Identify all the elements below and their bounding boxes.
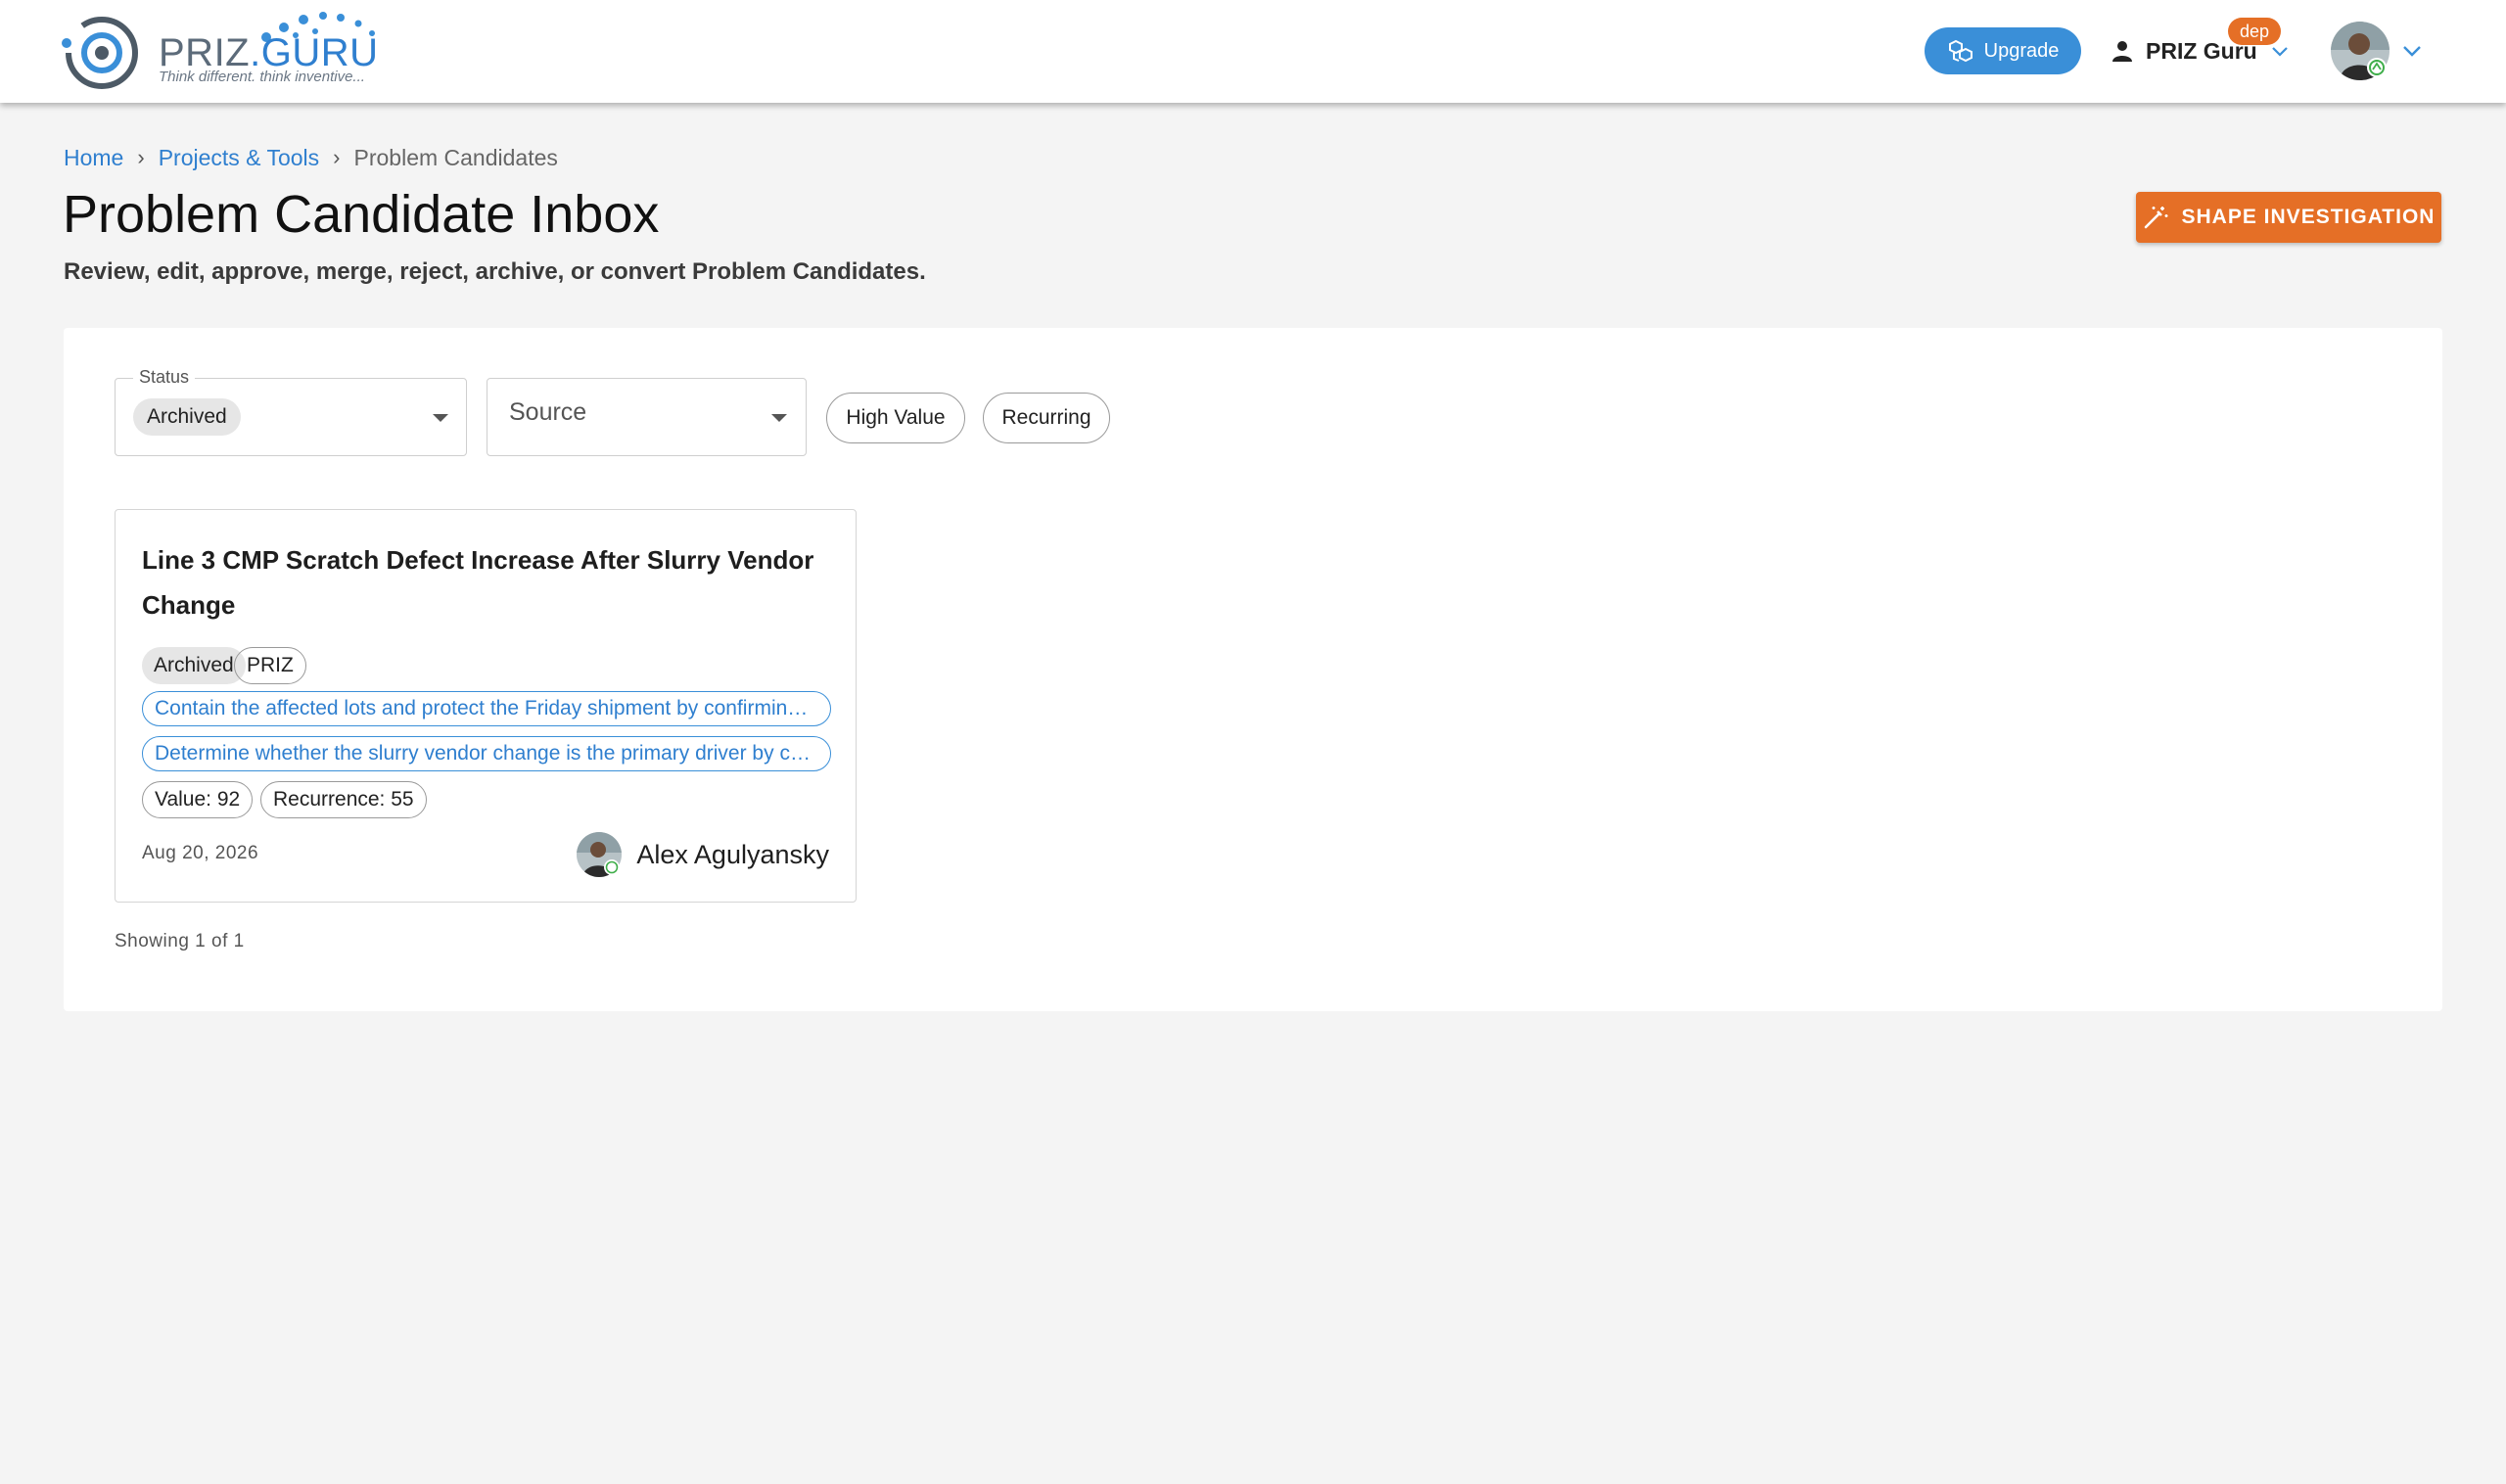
dropdown-caret-icon xyxy=(771,414,787,422)
status-filter-select[interactable]: Status Archived xyxy=(115,367,467,456)
source-badge: PRIZ xyxy=(234,647,306,684)
breadcrumb-current: Problem Candidates xyxy=(353,144,558,170)
account-chevron-down-icon[interactable] xyxy=(2400,39,2424,63)
value-badge: Value: 92 xyxy=(142,781,254,818)
magic-wand-icon xyxy=(2144,207,2167,229)
shape-investigation-button[interactable]: SHAPE INVESTIGATION xyxy=(2136,192,2441,243)
page-title: Problem Candidate Inbox xyxy=(63,185,660,244)
top-app-bar: PRIZ.GURU Think different. think inventi… xyxy=(0,0,2506,103)
high-value-filter-chip[interactable]: High Value xyxy=(826,393,965,443)
logo-tagline: Think different. think inventive... xyxy=(159,69,365,85)
recurring-filter-chip[interactable]: Recurring xyxy=(983,393,1110,443)
author-avatar xyxy=(577,832,623,877)
breadcrumb-separator-icon: › xyxy=(137,145,145,169)
candidate-title: Line 3 CMP Scratch Defect Increase After… xyxy=(142,545,814,620)
goal-chip: Contain the affected lots and protect th… xyxy=(142,691,831,726)
person-icon xyxy=(2112,41,2132,62)
status-badge: Archived xyxy=(142,647,246,684)
avatar-image xyxy=(2331,22,2390,80)
candidate-list-panel: Status Archived Source High Value Recurr… xyxy=(64,328,2442,1011)
upgrade-button[interactable]: Upgrade xyxy=(1925,27,2081,74)
page-subtitle: Review, edit, approve, merge, reject, ar… xyxy=(64,258,926,285)
recurrence-badge: Recurrence: 55 xyxy=(260,781,427,818)
breadcrumb-home-link[interactable]: Home xyxy=(64,145,123,171)
results-count: Showing 1 of 1 xyxy=(115,931,245,951)
breadcrumb: Home › Projects & Tools › Problem Candid… xyxy=(64,143,558,172)
author-name: Alex Agulyansky xyxy=(636,839,829,869)
dropdown-caret-icon xyxy=(433,414,448,422)
breadcrumb-separator-icon: › xyxy=(333,145,341,169)
logo-mark-icon xyxy=(62,17,138,89)
goal-chip: Determine whether the slurry vendor chan… xyxy=(142,736,831,771)
priz-guru-logo[interactable]: PRIZ.GURU Think different. think inventi… xyxy=(61,10,423,94)
status-filter-chip[interactable]: Archived xyxy=(133,398,241,436)
source-filter-select[interactable]: Source xyxy=(487,378,807,456)
status-filter-label: Status xyxy=(133,367,196,388)
rocket-cubes-icon xyxy=(1948,39,1972,63)
breadcrumb-projects-link[interactable]: Projects & Tools xyxy=(159,145,319,171)
candidate-author: Alex Agulyansky xyxy=(576,831,829,878)
upgrade-label: Upgrade xyxy=(1983,39,2060,62)
environment-badge: dep xyxy=(2228,18,2281,45)
account-avatar[interactable] xyxy=(2330,21,2390,81)
candidate-date: Aug 20, 2026 xyxy=(142,843,259,863)
problem-candidate-card[interactable]: Line 3 CMP Scratch Defect Increase After… xyxy=(115,509,857,903)
goal-chip-text: Contain the affected lots and protect th… xyxy=(155,697,818,719)
goal-chip-text: Determine whether the slurry vendor chan… xyxy=(155,742,818,765)
shape-investigation-label: SHAPE INVESTIGATION xyxy=(2181,206,2436,228)
source-filter-placeholder: Source xyxy=(509,398,587,426)
